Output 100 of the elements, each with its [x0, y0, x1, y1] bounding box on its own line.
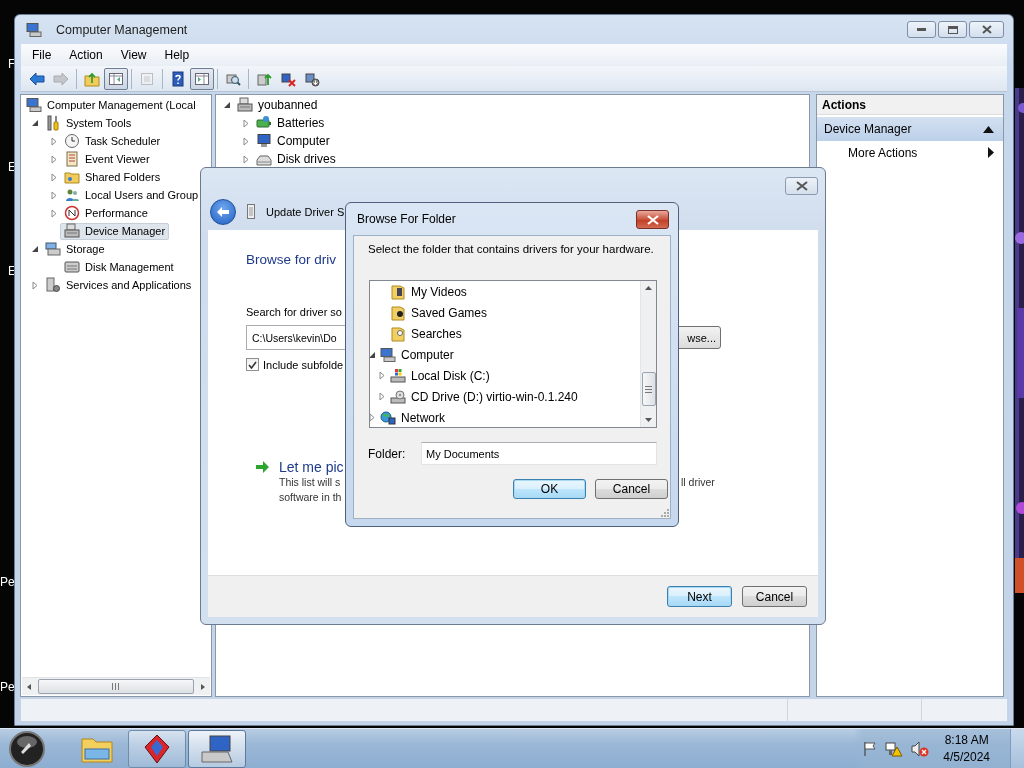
- computer-icon: [26, 97, 42, 113]
- dialog-button[interactable]: Next: [667, 586, 732, 607]
- users-icon: [64, 187, 80, 203]
- desktop-icon-label[interactable]: Pe: [0, 575, 15, 589]
- diamond-icon: [144, 733, 170, 764]
- computer-icon: [380, 346, 396, 363]
- tree-item[interactable]: Saved Games: [386, 304, 492, 321]
- scroll-down-icon[interactable]: [645, 418, 652, 422]
- tree-item[interactable]: Event Viewer: [60, 150, 154, 168]
- checkbox[interactable]: [246, 358, 259, 371]
- tree-item[interactable]: Task Scheduler: [60, 132, 165, 150]
- tree-item[interactable]: Searches: [386, 325, 466, 342]
- close-icon: [795, 181, 808, 191]
- scroll-up-icon[interactable]: [645, 286, 652, 290]
- desktop-icon-label[interactable]: Pe: [0, 680, 15, 694]
- vertical-scrollbar[interactable]: [640, 281, 656, 427]
- device-icon: [64, 223, 80, 239]
- uninstall-icon: [280, 70, 296, 87]
- description-text: This list will s: [279, 475, 341, 490]
- back-button[interactable]: [210, 199, 236, 225]
- network-icon: [380, 409, 396, 426]
- tree-item[interactable]: Local Disk (C:): [386, 367, 494, 384]
- action-pane-icon: [194, 70, 210, 87]
- disable-icon: [304, 70, 320, 87]
- toolbar-button[interactable]: [104, 67, 128, 90]
- tree-item[interactable]: Disk drives: [252, 150, 340, 168]
- collapse-icon[interactable]: [983, 125, 994, 133]
- tree-item[interactable]: youbanned: [233, 96, 322, 114]
- start-button[interactable]: [6, 729, 48, 768]
- page-heading: Browse for driv: [246, 252, 337, 269]
- menu-item[interactable]: Help: [155, 48, 199, 62]
- tree-item[interactable]: Network: [376, 409, 449, 426]
- tree-item[interactable]: My Videos: [386, 283, 471, 300]
- maximize-button[interactable]: [938, 21, 967, 38]
- close-button[interactable]: [969, 21, 1004, 38]
- collapse-icon[interactable]: [370, 350, 376, 359]
- games-folder-icon: [390, 304, 406, 321]
- shared-folder-icon: [64, 169, 80, 185]
- tree-item[interactable]: System Tools: [41, 114, 136, 132]
- flag-icon[interactable]: [863, 741, 878, 756]
- help-icon: [170, 70, 186, 87]
- tree-item[interactable]: Shared Folders: [60, 168, 165, 186]
- tree-item[interactable]: Local Users and Group: [60, 186, 203, 204]
- tree-item[interactable]: Device Manager: [60, 222, 170, 240]
- expand-icon[interactable]: [378, 392, 386, 401]
- taskbar-button[interactable]: [128, 729, 186, 768]
- checkmark-icon: [248, 360, 257, 369]
- scroll-left-icon[interactable]: [26, 682, 32, 691]
- tree-item[interactable]: Computer: [252, 132, 334, 150]
- actions-section[interactable]: Device Manager: [817, 117, 1003, 141]
- tree-pane-icon: [108, 70, 124, 87]
- clock-icon: [64, 133, 80, 149]
- properties-icon: [139, 70, 155, 87]
- menu-item[interactable]: Action: [60, 48, 112, 62]
- horizontal-scrollbar[interactable]: [22, 677, 210, 695]
- action-item[interactable]: More Actions: [817, 141, 1003, 164]
- back-arrow-icon: [216, 206, 230, 218]
- tree-item[interactable]: Computer Management (Local: [22, 96, 200, 114]
- dialog-button[interactable]: Cancel: [595, 479, 668, 499]
- computer-icon: [26, 21, 42, 38]
- computer-icon: [200, 733, 234, 764]
- tree-item[interactable]: CD Drive (D:) virtio-win-0.1.240: [386, 388, 582, 405]
- clock-date[interactable]: 4/5/2024: [943, 748, 990, 766]
- folder-field[interactable]: My Documents: [421, 442, 657, 465]
- close-icon: [646, 214, 659, 225]
- option-link[interactable]: Let me pic: [279, 459, 344, 475]
- scroll-right-icon[interactable]: [200, 682, 206, 691]
- tree-item[interactable]: Batteries: [252, 114, 329, 132]
- toolbar-button[interactable]: [190, 67, 214, 90]
- menu-item[interactable]: View: [111, 48, 156, 62]
- dialog-title: Browse For Folder: [357, 212, 456, 226]
- submenu-arrow-icon: [988, 147, 994, 158]
- device-icon: [237, 97, 253, 113]
- maximize-icon: [947, 25, 958, 34]
- tree-item[interactable]: Services and Applications: [41, 276, 196, 294]
- services-icon: [45, 277, 61, 293]
- close-button[interactable]: [785, 177, 818, 195]
- close-button[interactable]: [636, 210, 669, 229]
- storage-icon: [45, 241, 61, 257]
- description-text: software in th: [279, 490, 342, 505]
- dialog-title: Update Driver S: [266, 206, 345, 218]
- minimize-button[interactable]: [907, 21, 936, 38]
- actions-header: Actions: [817, 95, 1003, 115]
- expand-icon[interactable]: [370, 413, 376, 422]
- resize-grip-icon[interactable]: [660, 508, 669, 517]
- tools-icon: [45, 115, 61, 131]
- tree-item[interactable]: Storage: [41, 240, 109, 258]
- tree-item[interactable]: Disk Management: [60, 258, 178, 276]
- hard-disk-icon: [390, 367, 406, 384]
- dialog-button[interactable]: Cancel: [742, 586, 807, 607]
- battery-icon: [256, 115, 272, 131]
- menu-item[interactable]: File: [23, 48, 61, 62]
- muted-speaker-icon[interactable]: [911, 740, 930, 757]
- tree-item[interactable]: Performance: [60, 204, 152, 222]
- taskbar-button[interactable]: [188, 729, 246, 768]
- expand-icon[interactable]: [378, 371, 386, 380]
- clock-time[interactable]: 8:18 AM: [944, 731, 989, 749]
- tree-item[interactable]: Computer: [376, 346, 458, 363]
- network-warning-icon[interactable]: [885, 740, 904, 757]
- dialog-button[interactable]: OK: [513, 479, 586, 499]
